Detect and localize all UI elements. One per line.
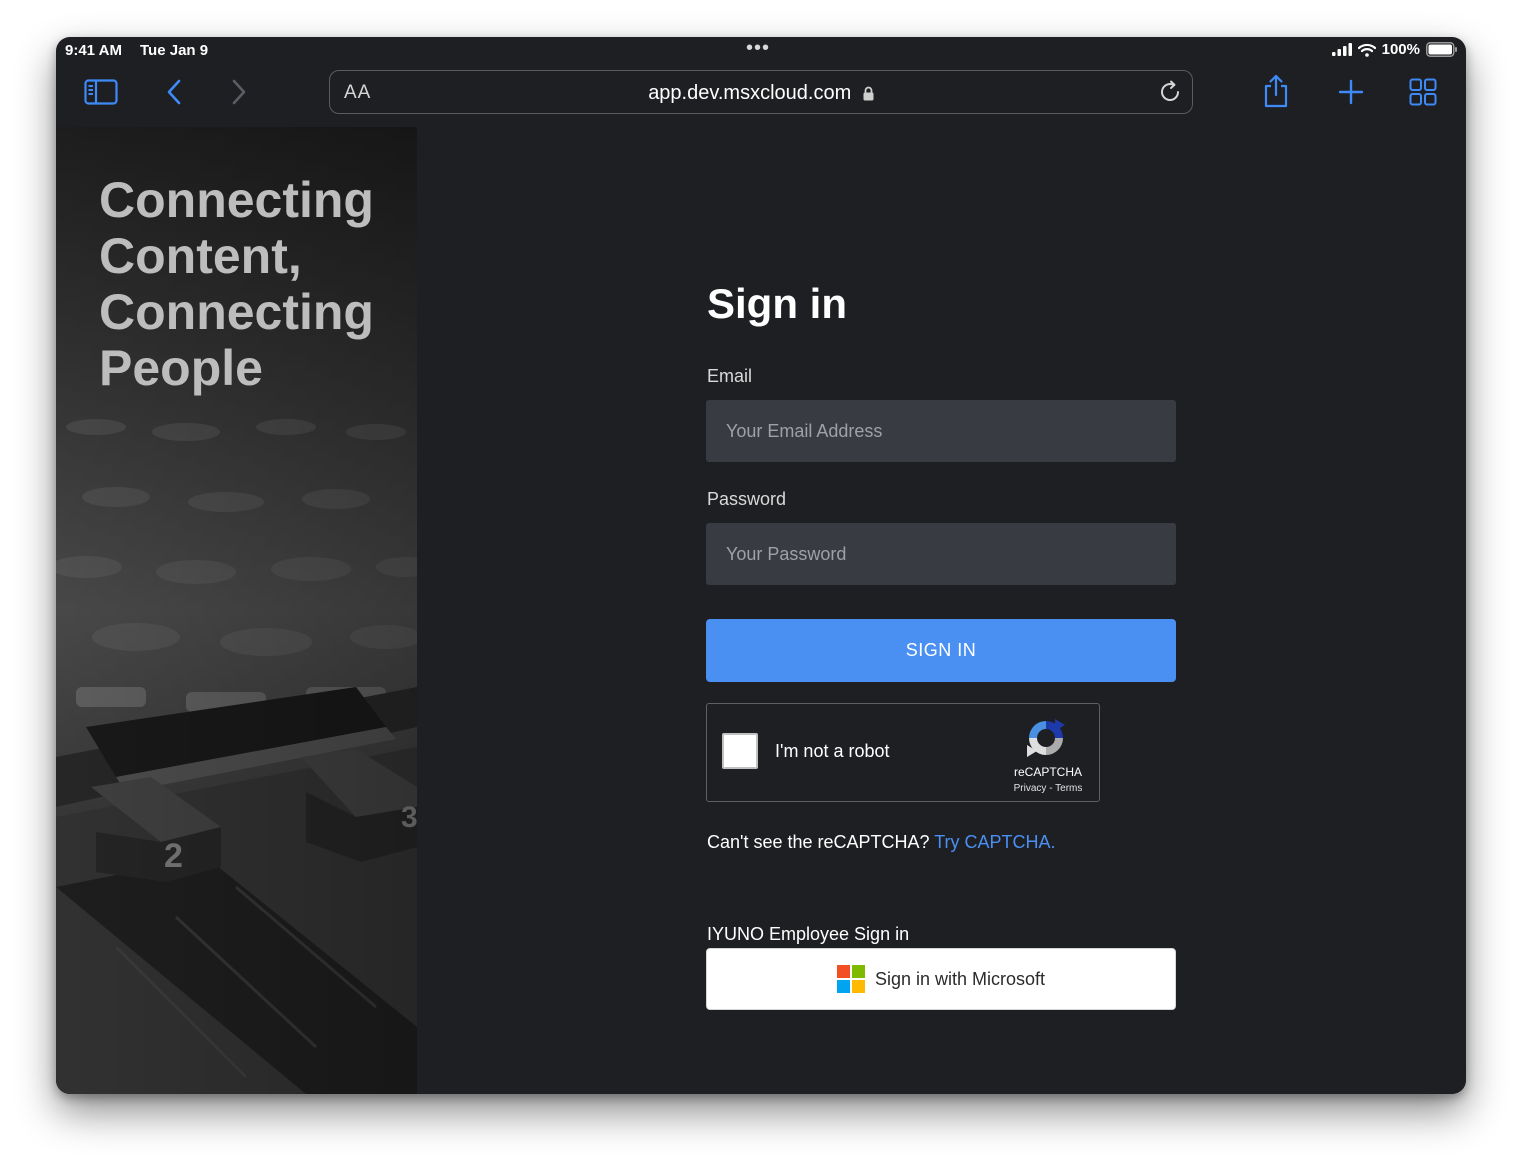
wifi-icon — [1357, 43, 1376, 57]
multitasking-dots-icon[interactable]: ••• — [746, 37, 770, 60]
email-label: Email — [707, 366, 753, 386]
recaptcha-checkbox[interactable] — [722, 733, 758, 769]
plus-icon — [1338, 79, 1364, 105]
lock-icon — [863, 86, 874, 101]
sign-in-button[interactable]: SIGN IN — [706, 619, 1176, 682]
browser-toolbar: AA app.dev.msxcloud.com — [56, 65, 1466, 127]
captcha-fallback: Can't see the reCAPTCHA? Try CAPTCHA. — [707, 832, 1056, 853]
recaptcha-widget: I'm not a robot reCAPTCHA Privacy - Term… — [706, 703, 1100, 802]
hero-panel: 2 3 Connecting Content, Connecting Peopl… — [56, 127, 417, 1094]
address-bar[interactable]: AA app.dev.msxcloud.com — [329, 70, 1193, 114]
status-bar: 9:41 AM Tue Jan 9 ••• 100% — [56, 37, 1466, 65]
recaptcha-label: I'm not a robot — [775, 741, 890, 761]
battery-icon — [1426, 42, 1457, 57]
cellular-signal-icon — [1331, 43, 1352, 56]
page-title: Sign in — [707, 280, 847, 327]
forward-button[interactable] — [225, 77, 253, 107]
password-field[interactable] — [706, 523, 1176, 585]
hero-tagline-line: Connecting — [99, 172, 374, 228]
microsoft-signin-button[interactable]: Sign in with Microsoft — [706, 948, 1176, 1010]
recaptcha-logo-icon — [1027, 719, 1065, 757]
chevron-left-icon — [167, 79, 181, 105]
sidebar-toggle-icon[interactable] — [82, 77, 120, 107]
employee-signin-label: IYUNO Employee Sign in — [707, 924, 910, 944]
recaptcha-links: Privacy - Terms — [997, 783, 1099, 794]
url-container: app.dev.msxcloud.com — [330, 82, 1192, 105]
recaptcha-brand: reCAPTCHA — [1013, 765, 1082, 779]
microsoft-signin-label: Sign in with Microsoft — [874, 968, 1046, 989]
microsoft-logo-icon — [836, 965, 865, 993]
recaptcha-link-separator: - — [1046, 783, 1056, 794]
status-time: 9:41 AM — [65, 42, 122, 59]
device-frame: 9:41 AM Tue Jan 9 ••• 100% AA app.dev.ms… — [56, 37, 1466, 1094]
hero-tagline-line: People — [99, 340, 263, 396]
url-text: app.dev.msxcloud.com — [648, 82, 852, 104]
try-captcha-link[interactable]: Try CAPTCHA. — [934, 832, 1055, 852]
share-icon — [1264, 74, 1288, 108]
recaptcha-privacy-link[interactable]: Privacy — [1014, 783, 1047, 794]
reload-icon[interactable] — [1158, 80, 1182, 104]
battery-percentage: 100% — [1381, 41, 1420, 58]
email-field[interactable] — [706, 400, 1176, 462]
signin-panel: Sign in Email Password SIGN IN I'm not a… — [417, 127, 1466, 1094]
chevron-right-icon — [232, 79, 246, 105]
password-label: Password — [707, 489, 787, 509]
back-button[interactable] — [160, 77, 188, 107]
recaptcha-terms-link[interactable]: Terms — [1055, 783, 1082, 794]
share-button[interactable] — [1261, 73, 1291, 109]
status-date: Tue Jan 9 — [140, 42, 209, 59]
status-indicators: 100% — [1331, 41, 1458, 58]
tab-grid-icon — [1409, 78, 1437, 106]
captcha-fallback-prompt: Can't see the reCAPTCHA? — [707, 832, 935, 852]
hero-tagline-line: Content, — [99, 228, 302, 284]
hero-tagline: Connecting Content, Connecting People — [99, 172, 409, 396]
hero-tagline-line: Connecting — [99, 284, 374, 340]
tab-overview-button[interactable] — [1408, 77, 1438, 107]
new-tab-button[interactable] — [1336, 77, 1366, 107]
